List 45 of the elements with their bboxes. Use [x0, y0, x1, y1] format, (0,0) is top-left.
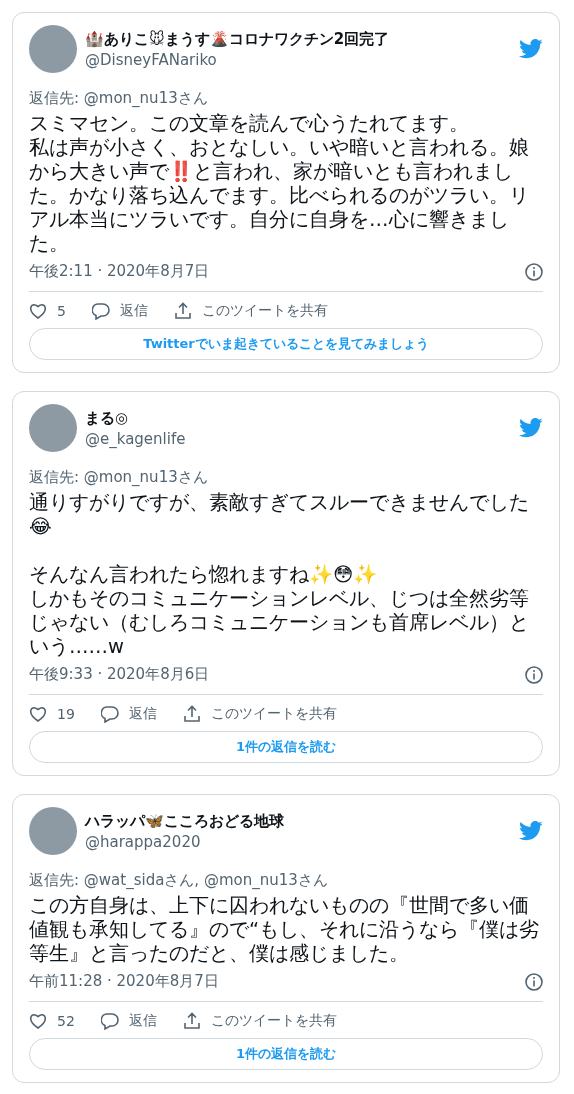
user-handle[interactable]: @e_kagenlife [85, 429, 511, 448]
reply-label[interactable]: 返信 [128, 1012, 157, 1030]
share-label[interactable]: このツイートを共有 [210, 1012, 337, 1030]
tweet-timestamp[interactable]: 午前11:28 · 2020年8月7日 [29, 972, 219, 991]
share-label[interactable]: このツイートを共有 [201, 302, 328, 320]
like-count[interactable]: 52 [57, 1013, 75, 1029]
tweet-text: 通りすがりですが、素敵すぎてスルーできませんでした😂 [29, 491, 530, 539]
reply-label[interactable]: 返信 [128, 705, 157, 723]
share-icon[interactable] [182, 1012, 201, 1030]
like-count[interactable]: 19 [57, 706, 75, 722]
info-icon[interactable] [525, 665, 543, 684]
reply-to-text: 返信先: @wat_sidaさん, @mon_nu13さん [29, 871, 329, 890]
speech-bubble-icon[interactable] [100, 1012, 119, 1030]
tweet-text: スミマセン。この文章を読んで心うたれてます。 [29, 112, 470, 136]
bird-logo-icon[interactable] [519, 821, 543, 841]
like-count[interactable]: 5 [57, 303, 66, 319]
reply-to-text: 返信先: @mon_nu13さん [29, 468, 209, 487]
tweet-timestamp[interactable]: 午後2:11 · 2020年8月7日 [29, 262, 210, 281]
user-name[interactable]: ハラッパ🦋こころおどる地球 [85, 811, 511, 831]
tweet-timestamp[interactable]: 午後9:33 · 2020年8月6日 [29, 665, 210, 684]
user-name[interactable]: まる◎ [85, 408, 511, 428]
reply-to-text: 返信先: @mon_nu13さん [29, 89, 209, 108]
info-icon[interactable] [525, 972, 543, 991]
avatar-photo-placeholder[interactable] [29, 807, 77, 855]
reply-label[interactable]: 返信 [119, 302, 148, 320]
tweet-text: 私は声が小さく、おとなしい。いや暗いと言われる。娘から大きい声で‼と言われ、家が暗いとも言われました。かなり落ち込んでます。比べられるのがツラい。リアル本当にツラいです。自分に自身を…心に響きました。 [29, 136, 530, 256]
heart-icon[interactable] [29, 303, 47, 319]
speech-bubble-icon[interactable] [100, 705, 119, 723]
tweet-text: しかもそのコミュニケーションレベル、じつは全然劣等じゃない（むしろコミュニケーションも首席レベル）という……w [29, 587, 530, 659]
info-icon[interactable] [525, 262, 543, 281]
tweet-text: そんなん言われたら惚れますね✨😳✨ [29, 563, 379, 587]
speech-bubble-icon[interactable] [91, 302, 110, 320]
bird-logo-icon[interactable] [519, 39, 543, 59]
tweet-text: この方自身は、上下に囚われないものの『世間で多い価値観も承知してる』ので“もし、それに沿うなら『僕は劣等生』と言ったのだと、僕は感じました。 [29, 894, 541, 966]
avatar-photo-placeholder[interactable] [29, 404, 77, 452]
share-label[interactable]: このツイートを共有 [210, 705, 337, 723]
user-handle[interactable]: @harappa2020 [85, 832, 511, 851]
user-name[interactable]: 🏰ありこ🐭まうす🌋コロナワクチン2回完了 [85, 29, 511, 49]
avatar-photo-placeholder[interactable] [29, 25, 77, 73]
heart-icon[interactable] [29, 706, 47, 722]
share-icon[interactable] [182, 705, 201, 723]
share-icon[interactable] [173, 302, 192, 320]
heart-icon[interactable] [29, 1013, 47, 1029]
bird-logo-icon[interactable] [519, 418, 543, 438]
user-handle[interactable]: @DisneyFANariko [85, 50, 511, 69]
